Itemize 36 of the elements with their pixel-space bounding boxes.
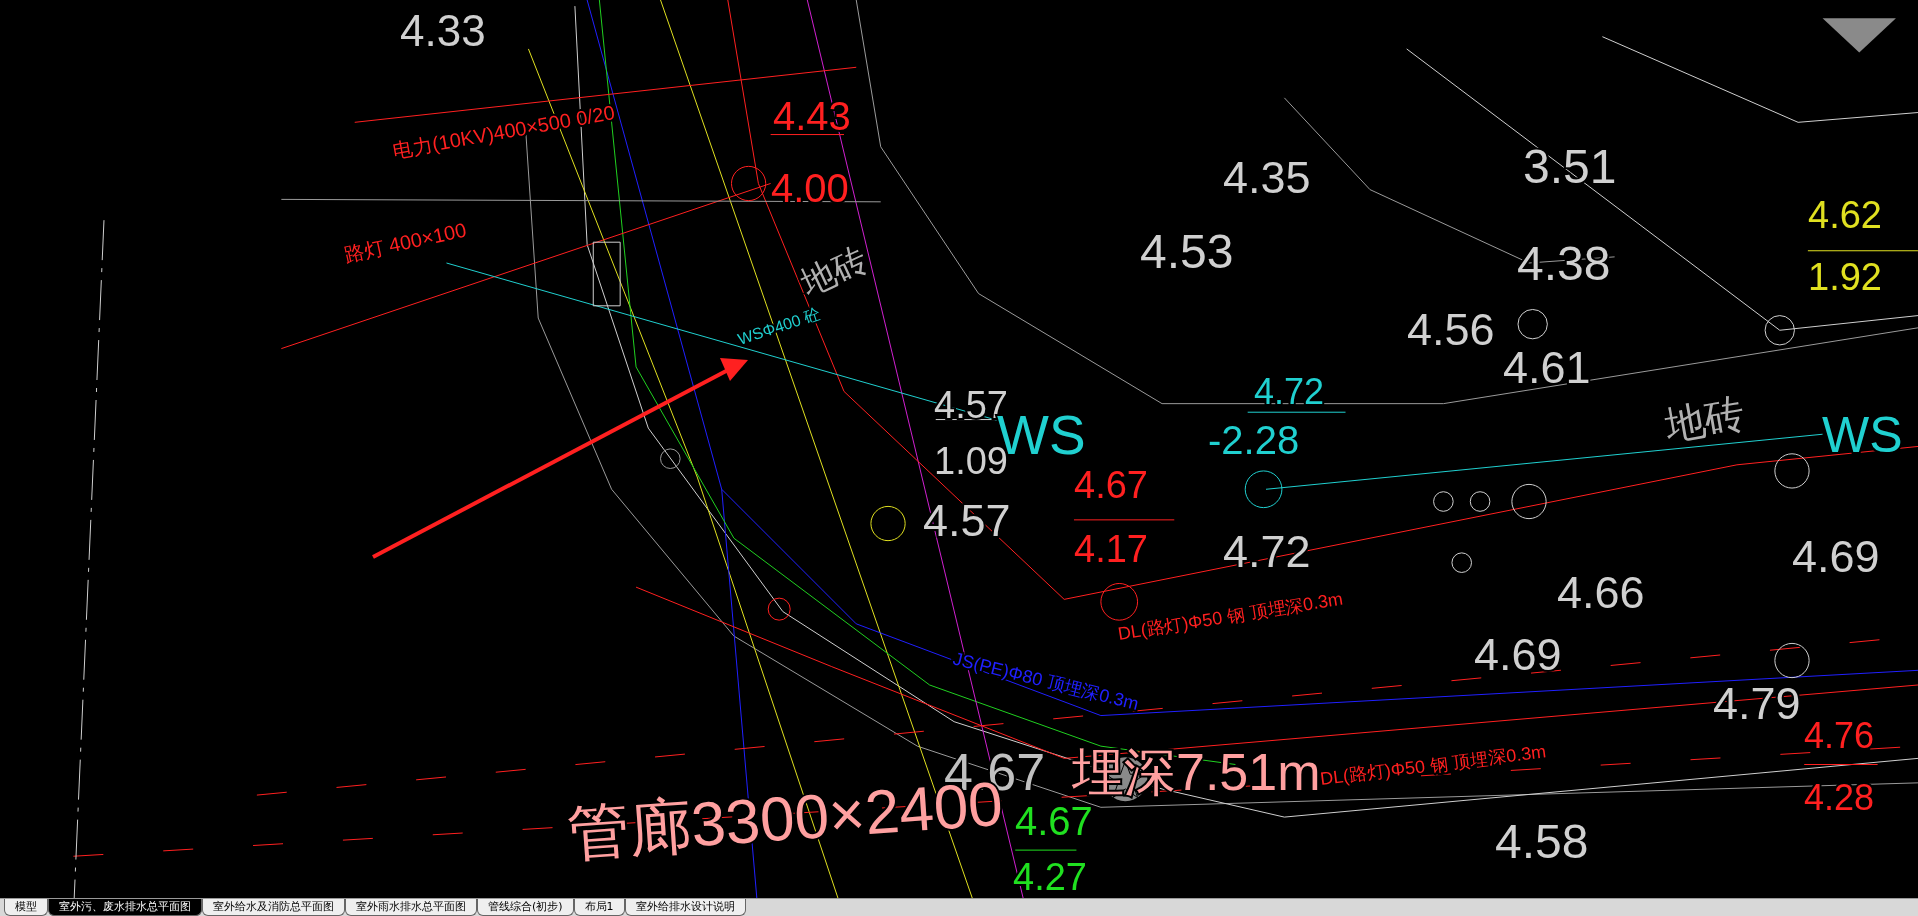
- drawing-label: 地砖: [794, 239, 873, 303]
- drawing-label: 4.58: [1495, 815, 1589, 868]
- drawing-label: 埋深7.51m: [1072, 743, 1321, 801]
- drawing-label: 4.53: [1140, 225, 1234, 278]
- drawing-label: 4.72: [1254, 371, 1325, 412]
- layout-tab[interactable]: 管线综合(初步): [477, 899, 574, 916]
- drawing-label: 4.67: [1074, 464, 1148, 506]
- drawing-label: 4.61: [1503, 342, 1591, 393]
- drawing-label: 4.28: [1804, 777, 1875, 818]
- layout-tab[interactable]: 室外污、废水排水总平面图: [48, 899, 202, 916]
- drawing-label: 4.43: [773, 94, 851, 138]
- layout-tab[interactable]: 模型: [4, 899, 48, 916]
- drawing-label: 4.35: [1223, 152, 1311, 203]
- drawing-label: 4.33: [400, 6, 486, 55]
- layout-tab[interactable]: 室外给排水设计说明: [624, 899, 746, 916]
- drawing-label: 4.76: [1804, 715, 1875, 756]
- layout-tab[interactable]: 布局1: [573, 899, 625, 916]
- drawing-label: WS: [1822, 407, 1903, 463]
- drawing-label: 4.56: [1407, 304, 1495, 355]
- drawing-label: 4.69: [1792, 531, 1880, 582]
- drawing-label: 4.27: [1013, 856, 1087, 898]
- drawing-label: 4.17: [1074, 528, 1148, 570]
- drawing-label: -2.28: [1208, 418, 1300, 462]
- drawing-label: 4.00: [771, 166, 849, 210]
- drawing-label: DL(路灯)Φ50 钢 顶埋深0.3m: [1116, 588, 1345, 644]
- drawing-label: 4.69: [1474, 629, 1562, 680]
- drawing-label: 4.62: [1808, 194, 1882, 236]
- layout-tab[interactable]: 室外雨水排水总平面图: [345, 899, 477, 916]
- drawing-label: 路灯 400×100: [342, 218, 469, 266]
- drawing-label: 4.67: [1015, 799, 1093, 843]
- drawing-label: 4.66: [1557, 567, 1645, 618]
- drawing-label: DL(路灯)Φ50 钢 顶埋深0.3m: [1319, 741, 1548, 789]
- drawing-label: 地砖: [1661, 390, 1749, 448]
- drawing-label: 1.92: [1808, 256, 1882, 298]
- drawing-label: 4.38: [1517, 237, 1611, 290]
- layout-tab[interactable]: 室外给水及消防总平面图: [202, 899, 345, 916]
